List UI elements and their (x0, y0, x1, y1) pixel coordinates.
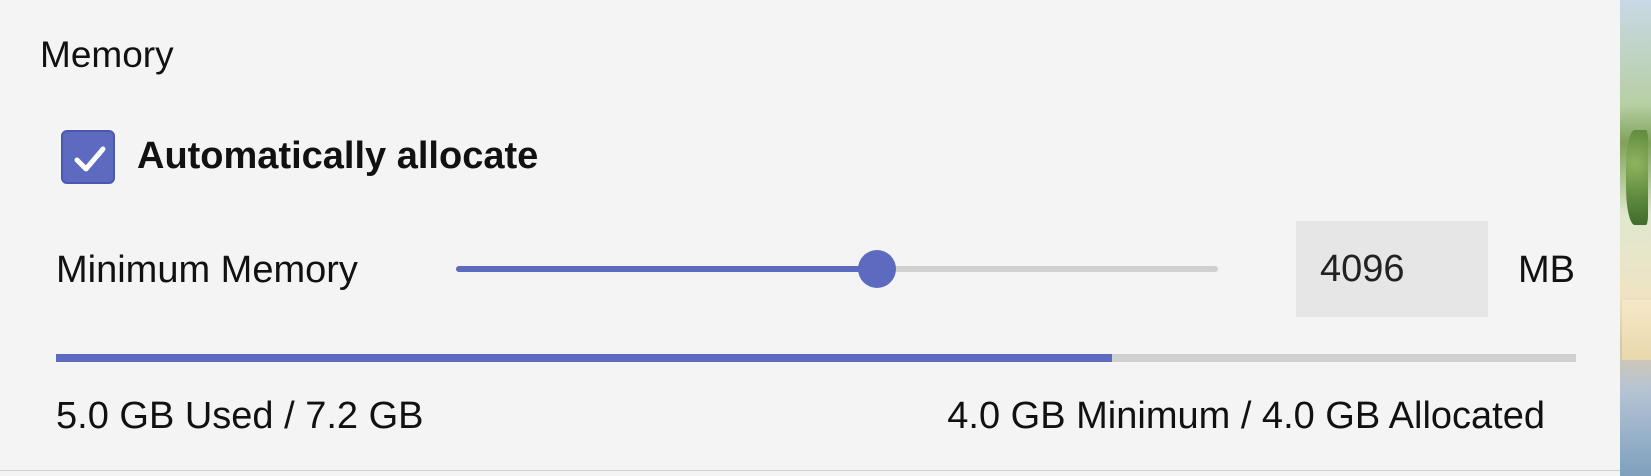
slider-fill (456, 266, 878, 272)
minimum-memory-slider[interactable] (456, 250, 1218, 288)
section-title: Memory (40, 34, 174, 75)
background-image-edge (1620, 0, 1651, 476)
memory-usage-bar (56, 354, 1576, 362)
check-icon (74, 146, 106, 172)
building-roof (1622, 300, 1651, 360)
tree-foliage (1626, 130, 1648, 225)
memory-used-text: 5.0 GB Used / 7.2 GB (56, 395, 424, 437)
memory-allocated-text: 4.0 GB Minimum / 4.0 GB Allocated (947, 395, 1545, 437)
slider-thumb[interactable] (858, 250, 897, 288)
panel-divider (0, 470, 1620, 471)
auto-allocate-checkbox[interactable] (61, 130, 115, 184)
memory-usage-fill (56, 354, 1113, 362)
auto-allocate-label[interactable]: Automatically allocate (137, 132, 538, 180)
memory-unit-label: MB (1518, 249, 1575, 291)
memory-settings-panel: Memory Automatically allocate Minimum Me… (0, 0, 1620, 470)
minimum-memory-label: Minimum Memory (56, 249, 358, 291)
minimum-memory-input[interactable] (1296, 221, 1488, 317)
